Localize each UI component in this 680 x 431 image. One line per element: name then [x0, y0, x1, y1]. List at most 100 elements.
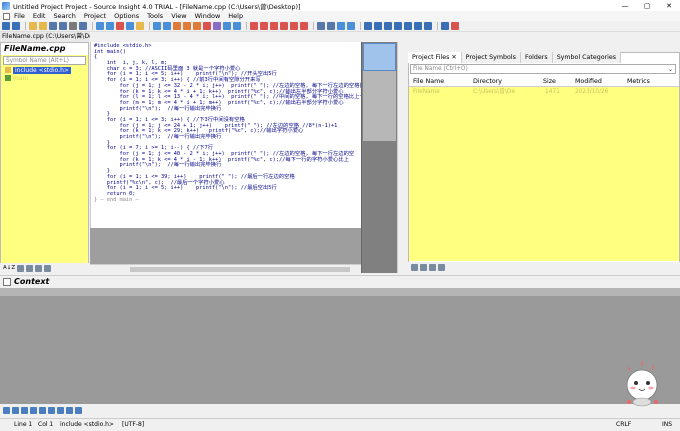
paste-icon[interactable]	[136, 22, 144, 30]
menu-edit[interactable]: Edit	[33, 12, 46, 20]
open-folder-icon[interactable]	[39, 22, 47, 30]
document-icon[interactable]	[3, 12, 10, 20]
copy-icon[interactable]	[126, 22, 134, 30]
file-name-filter-input[interactable]: File Name (Ctrl+O) ⌄	[410, 64, 676, 74]
forward-icon[interactable]	[12, 22, 20, 30]
print-icon[interactable]	[69, 22, 77, 30]
settings-icon[interactable]	[44, 264, 52, 272]
horizontal-scrollbar[interactable]	[90, 264, 361, 273]
refresh-icon[interactable]	[57, 406, 64, 414]
redo-icon[interactable]	[106, 22, 114, 30]
references-icon[interactable]	[223, 22, 231, 30]
column-size[interactable]: Size	[543, 77, 556, 87]
project-icon[interactable]	[374, 22, 382, 30]
tab-project-symbols[interactable]: Project Symbols	[461, 52, 521, 63]
undo-icon[interactable]	[96, 22, 104, 30]
menu-tools[interactable]: Tools	[147, 12, 163, 20]
menu-view[interactable]: View	[171, 12, 186, 20]
symbol-window-icon[interactable]	[384, 22, 392, 30]
highlight-icon[interactable]	[260, 22, 268, 30]
copy-icon[interactable]	[30, 406, 37, 414]
close-file-icon[interactable]	[79, 22, 87, 30]
zoom-out-icon[interactable]	[327, 22, 335, 30]
status-line-ending: CRLF	[616, 421, 632, 428]
jump-forward-icon[interactable]	[163, 22, 171, 30]
close-button[interactable]: ✕	[658, 0, 680, 11]
chevron-down-icon[interactable]: ⌄	[668, 65, 673, 74]
browse-icon[interactable]	[250, 22, 258, 30]
relation-window-icon[interactable]	[394, 22, 402, 30]
zoom-icon[interactable]	[48, 406, 55, 414]
add-file-icon[interactable]	[420, 264, 427, 271]
list-icon[interactable]	[39, 406, 46, 414]
bookmark-icon[interactable]	[203, 22, 211, 30]
lock-icon[interactable]	[21, 406, 28, 414]
call-graph-icon[interactable]	[233, 22, 241, 30]
cut-icon[interactable]	[116, 22, 124, 30]
jump-back-icon[interactable]	[153, 22, 161, 30]
remove-file-icon[interactable]	[429, 264, 436, 271]
forward-icon[interactable]	[12, 406, 19, 414]
minimize-button[interactable]: —	[614, 0, 636, 11]
sync-icon[interactable]	[364, 22, 372, 30]
stop-icon[interactable]	[451, 22, 459, 30]
zoom-in-icon[interactable]	[317, 22, 325, 30]
menu-project[interactable]: Project	[84, 12, 106, 20]
back-icon[interactable]	[2, 22, 10, 30]
menu-options[interactable]: Options	[114, 12, 139, 20]
overview-viewport[interactable]	[363, 43, 396, 71]
sort-az-icon[interactable]: A↓Z	[3, 265, 15, 271]
save-icon[interactable]	[66, 406, 73, 414]
tree-icon[interactable]	[35, 264, 43, 272]
include-icon	[5, 67, 11, 73]
column-modified[interactable]: Modified	[575, 77, 602, 87]
code-editor[interactable]: #include <stdio.h> int main(){ int i, j, …	[90, 42, 361, 228]
build-icon[interactable]	[441, 22, 449, 30]
layout-icon[interactable]	[424, 22, 432, 30]
column-metrics[interactable]: Metrics	[627, 77, 650, 87]
tab-folders[interactable]: Folders	[520, 52, 553, 63]
symbol-item[interactable]: main	[1, 74, 88, 82]
vertical-scrollbar[interactable]	[397, 42, 406, 273]
scroll-thumb[interactable]	[130, 267, 350, 272]
menu-search[interactable]: Search	[53, 12, 75, 20]
window-icon[interactable]	[300, 22, 308, 30]
search-icon[interactable]	[173, 22, 181, 30]
context-icon[interactable]	[290, 22, 298, 30]
lookup-icon[interactable]	[213, 22, 221, 30]
filter-icon[interactable]	[17, 264, 25, 272]
table-row[interactable]: FileName C:\Users\曾\De 1471 2023/10/26	[409, 87, 679, 96]
settings-icon[interactable]	[438, 264, 445, 271]
menu-help[interactable]: Help	[228, 12, 243, 20]
search-files-icon[interactable]	[183, 22, 191, 30]
settings-icon[interactable]	[75, 406, 82, 414]
back-icon[interactable]	[3, 406, 10, 414]
context-title-bar: Context	[0, 275, 680, 287]
clip-window-icon[interactable]	[414, 22, 422, 30]
indent-icon[interactable]	[337, 22, 345, 30]
symbol-item[interactable]: include <stdio.h>	[1, 66, 88, 74]
refresh-icon[interactable]	[411, 264, 418, 271]
save-icon[interactable]	[49, 22, 57, 30]
replace-icon[interactable]	[193, 22, 201, 30]
tab-project-files[interactable]: Project Files ✕	[408, 52, 462, 63]
new-file-icon[interactable]	[29, 22, 37, 30]
maximize-button[interactable]: ▢	[636, 0, 658, 11]
file-tab[interactable]: FileName.cpp (C:\Users\曾\Desktop)	[0, 32, 90, 42]
save-all-icon[interactable]	[59, 22, 67, 30]
toolbar	[0, 21, 680, 32]
pin-icon[interactable]	[3, 277, 11, 286]
list-icon[interactable]	[26, 264, 34, 272]
context-window[interactable]	[0, 288, 680, 404]
outdent-icon[interactable]	[347, 22, 355, 30]
symbol-search-input[interactable]: Symbol Name (Alt+L)	[3, 56, 86, 65]
menu-file[interactable]: File	[14, 12, 25, 20]
menu-window[interactable]: Window	[195, 12, 221, 20]
tab-symbol-categories[interactable]: Symbol Categories	[552, 52, 622, 63]
context-window-icon[interactable]	[404, 22, 412, 30]
relation-icon[interactable]	[280, 22, 288, 30]
column-directory[interactable]: Directory	[473, 77, 502, 87]
column-file-name[interactable]: File Name	[413, 77, 444, 87]
outline-icon[interactable]	[270, 22, 278, 30]
overview-strip[interactable]	[361, 42, 397, 273]
